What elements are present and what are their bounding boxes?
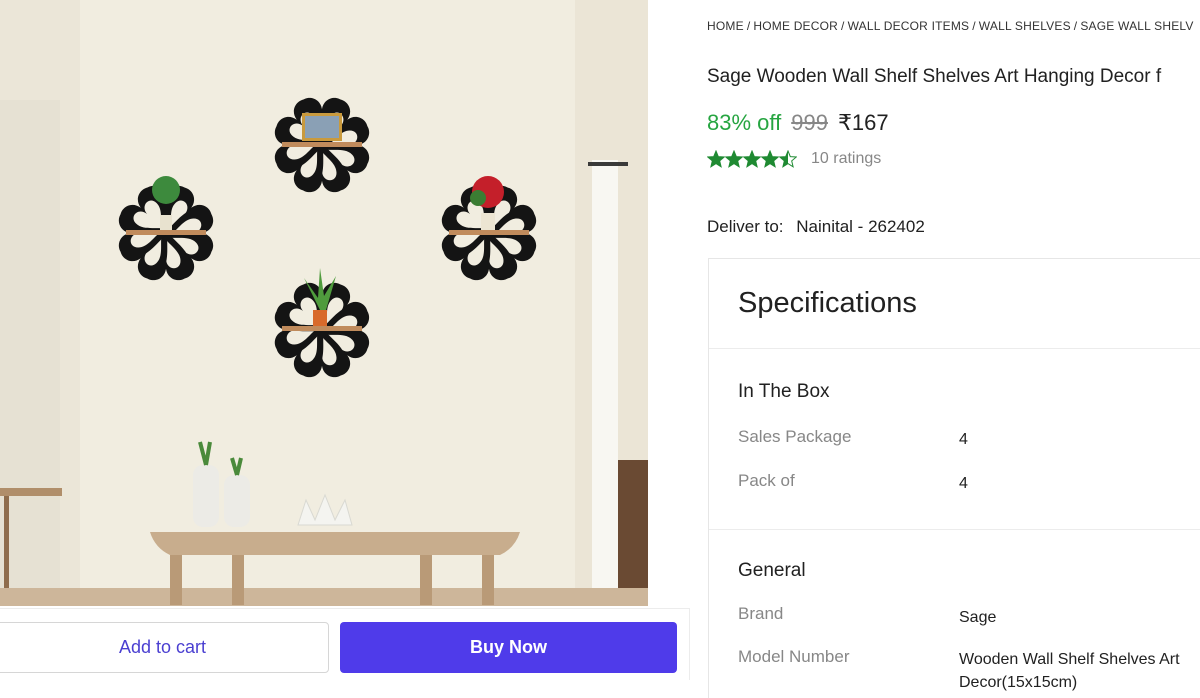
spec-key: Sales Package (738, 427, 852, 446)
spec-value: 4 (959, 431, 968, 448)
spec-value: 4 (959, 475, 968, 492)
specifications-header: Specifications (709, 259, 1200, 349)
breadcrumb-item-wall-decor-items[interactable]: WALL DECOR ITEMS (848, 19, 970, 33)
selling-price: ₹167 (837, 110, 889, 135)
specifications-panel: Specifications In The Box Sales Package … (708, 258, 1200, 698)
star-icon (761, 150, 779, 168)
ratings-count[interactable]: 10 ratings (811, 150, 881, 168)
original-price: 999 (791, 110, 828, 135)
buy-now-button[interactable]: Buy Now (340, 622, 677, 673)
price-row: 83% off 999 ₹167 (707, 110, 889, 136)
spec-row: Sales Package 4 (738, 427, 1200, 451)
product-image[interactable] (0, 0, 648, 606)
star-icon (779, 150, 797, 168)
spec-group-title: General (738, 560, 806, 581)
product-title: Sage Wooden Wall Shelf Shelves Art Hangi… (707, 66, 1162, 87)
spec-key: Model Number (738, 647, 850, 666)
spec-group-in-the-box: In The Box Sales Package 4 Pack of 4 (709, 349, 1200, 530)
delivery-location: Nainital - 262402 (796, 217, 925, 236)
action-bar: Add to cart Buy Now (0, 608, 690, 680)
product-photo (0, 0, 648, 606)
breadcrumb-item-wall-shelves[interactable]: WALL SHELVES (979, 19, 1071, 33)
spec-value: Wooden Wall Shelf Shelves Art Decor(15x1… (959, 651, 1180, 691)
spec-key: Pack of (738, 471, 795, 490)
specifications-title: Specifications (738, 287, 917, 319)
spec-row: Brand Sage (738, 604, 1200, 628)
breadcrumb-item-home-decor[interactable]: HOME DECOR (753, 19, 838, 33)
spec-value: Sage (959, 609, 997, 626)
discount-label: 83% off (707, 110, 782, 135)
breadcrumb-item-current[interactable]: SAGE WALL SHELV (1080, 19, 1193, 33)
rating-row[interactable]: 10 ratings (707, 150, 881, 168)
spec-row: Model Number Wooden Wall Shelf Shelves A… (738, 647, 1200, 697)
add-to-cart-button[interactable]: Add to cart (0, 622, 329, 673)
spec-row: Pack of 4 (738, 471, 1200, 495)
deliver-to-label: Deliver to: (707, 217, 784, 236)
delivery-info[interactable]: Deliver to: Nainital - 262402 (707, 217, 925, 237)
breadcrumb: HOME / HOME DECOR / WALL DECOR ITEMS / WALL SH… (707, 19, 1194, 33)
product-details: HOME / HOME DECOR / WALL DECOR ITEMS / WALL SH… (707, 0, 1200, 698)
star-icon (707, 150, 725, 168)
star-icon (743, 150, 761, 168)
breadcrumb-item-home[interactable]: HOME (707, 19, 744, 33)
spec-key: Brand (738, 604, 784, 623)
star-icon (725, 150, 743, 168)
spec-group-title: In The Box (738, 381, 830, 402)
rating-stars (707, 150, 797, 168)
